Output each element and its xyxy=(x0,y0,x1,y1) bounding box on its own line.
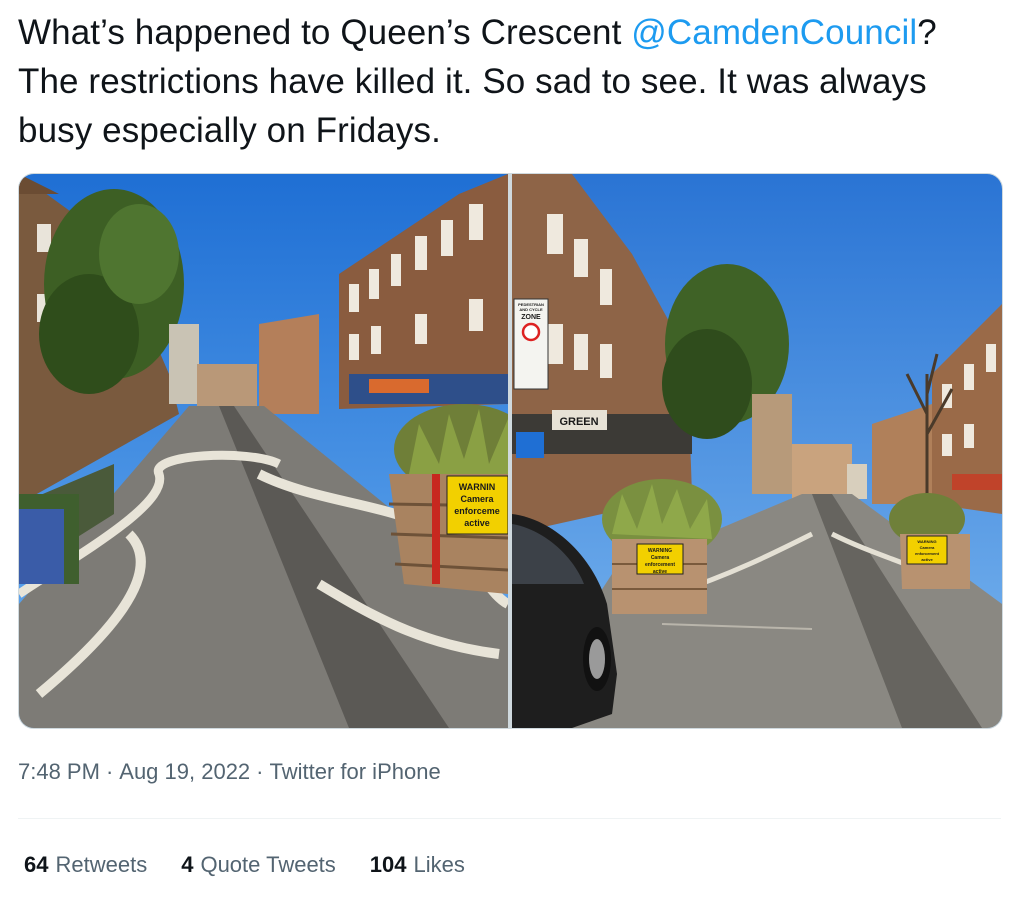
quote-tweets-link[interactable]: 4 Quote Tweets xyxy=(181,850,336,880)
right-small-sign-line-3: enforcement xyxy=(915,551,940,556)
likes-link[interactable]: 104 Likes xyxy=(370,850,465,880)
separator-dot: · xyxy=(256,759,264,784)
tweet-meta: 7:48 PM · Aug 19, 2022 · Twitter for iPhone xyxy=(18,757,441,787)
right-small-sign-line-2: Camera xyxy=(920,545,935,550)
photo-left[interactable]: WARNIN Camera enforceme active xyxy=(19,174,508,728)
shop-sign: GREEN xyxy=(559,416,598,428)
tweet-date-link[interactable]: Aug 19, 2022 xyxy=(119,759,250,784)
street-photo-right: PEDESTRIAN AND CYCLE ZONE GREEN WARNING … xyxy=(512,174,1002,728)
tweet-text: What’s happened to Queen’s Crescent @Cam… xyxy=(18,8,1003,155)
separator-dot: · xyxy=(105,759,114,784)
photo-right[interactable]: PEDESTRIAN AND CYCLE ZONE GREEN WARNING … xyxy=(512,174,1002,728)
street-photo-left: WARNIN Camera enforceme active xyxy=(19,174,508,728)
tweet-date: Aug 19, 2022 xyxy=(119,759,251,784)
quote-tweets-label: Quote Tweets xyxy=(200,852,336,877)
right-small-sign-line-1: WARNING xyxy=(917,539,936,544)
center-sign-line-4: active xyxy=(653,569,667,575)
center-sign-line-3: enforcement xyxy=(645,562,675,568)
center-sign-line-1: WARNING xyxy=(648,548,672,554)
retweets-label: Retweets xyxy=(55,852,148,877)
divider xyxy=(18,818,1001,819)
retweets-link[interactable]: 64 Retweets xyxy=(24,850,147,880)
tweet-time-link[interactable]: 7:48 PM xyxy=(18,759,100,784)
zone-sign-line-2: AND CYCLE xyxy=(519,307,543,312)
tweet-source: Twitter for iPhone xyxy=(269,759,441,784)
warning-sign-line-4: active xyxy=(464,518,490,528)
tweet-text-start: What’s happened to Queen’s Crescent xyxy=(18,13,632,52)
engagement-stats: 64 Retweets 4 Quote Tweets 104 Likes xyxy=(24,850,465,880)
warning-sign-line-1: WARNIN xyxy=(459,482,496,492)
warning-sign-line-3: enforceme xyxy=(454,506,500,516)
center-sign-line-2: Camera xyxy=(651,555,670,561)
mention-link[interactable]: @CamdenCouncil xyxy=(631,13,917,52)
tweet-source-link[interactable]: Twitter for iPhone xyxy=(270,759,441,784)
likes-count: 104 xyxy=(369,852,407,877)
zone-sign-line-3: ZONE xyxy=(521,314,541,321)
quote-tweets-count: 4 xyxy=(181,852,194,877)
warning-sign-line-2: Camera xyxy=(460,494,494,504)
likes-label: Likes xyxy=(413,852,465,877)
right-small-sign-line-4: active xyxy=(921,557,933,562)
tweet-time: 7:48 PM xyxy=(18,759,100,784)
retweets-count: 64 xyxy=(24,852,49,877)
media-grid: WARNIN Camera enforceme active PEDESTRIA… xyxy=(18,173,1003,729)
